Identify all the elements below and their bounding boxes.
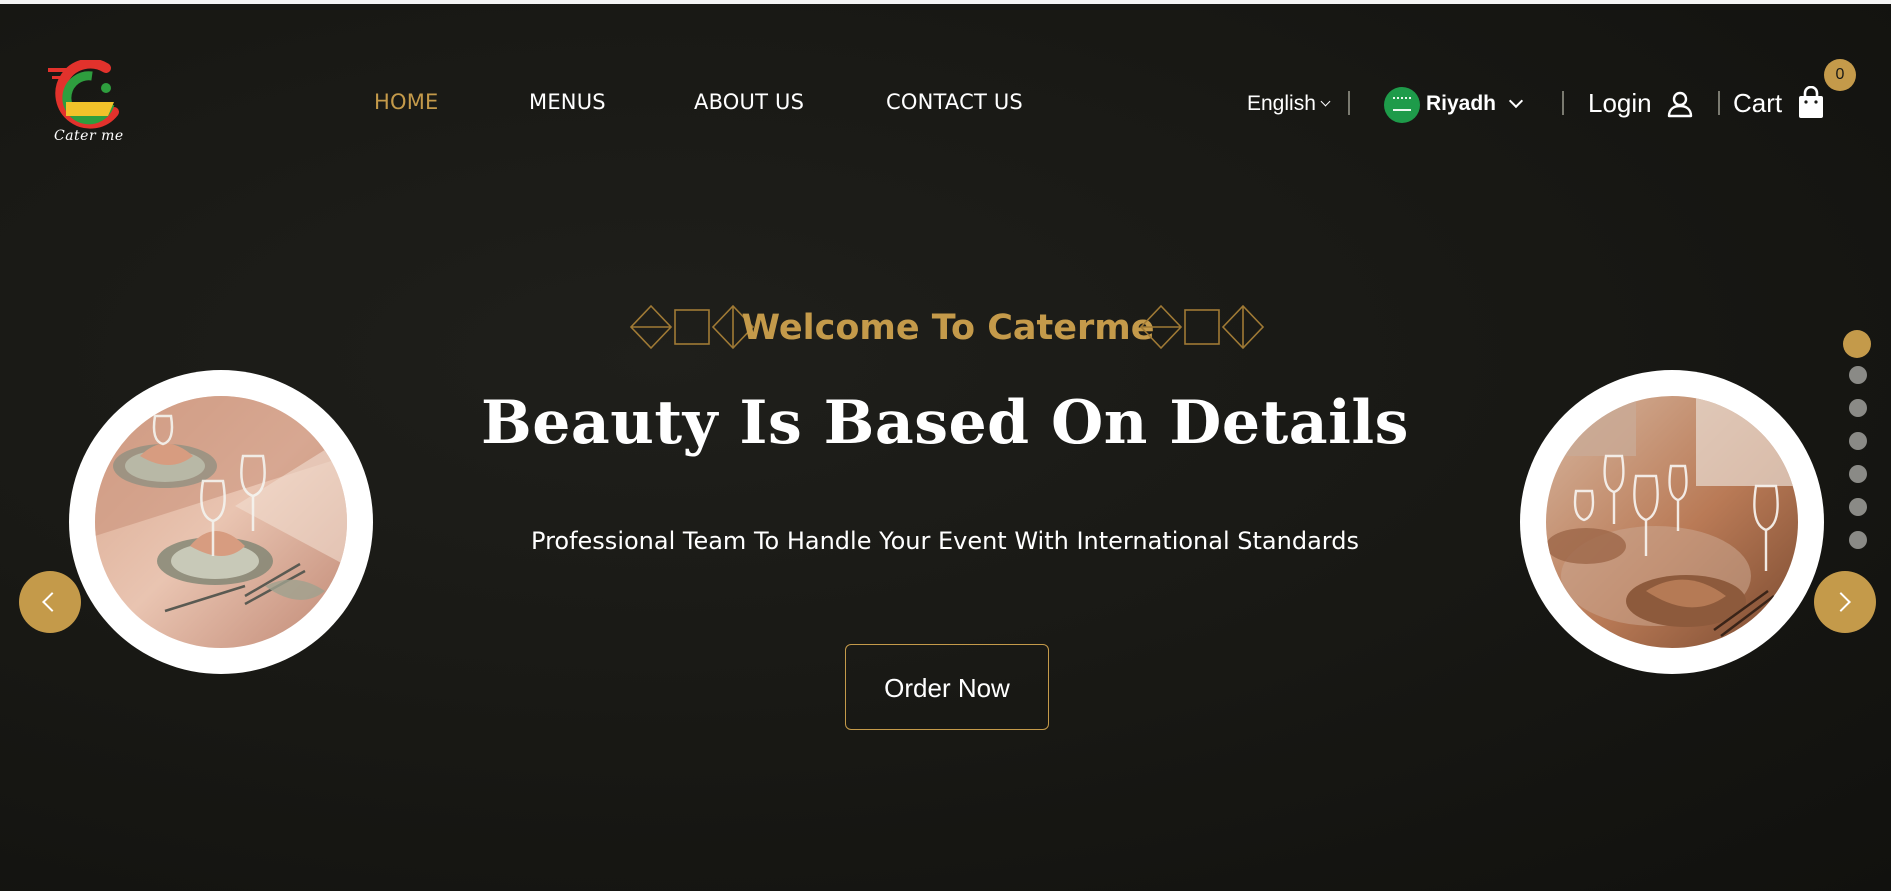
slide-dot-4[interactable] xyxy=(1849,432,1867,450)
page: Cater me HOME MENUS ABOUT US CONTACT US … xyxy=(0,0,1891,891)
chevron-left-icon xyxy=(42,592,62,612)
language-selector[interactable]: English xyxy=(1247,92,1331,116)
next-slide-button[interactable] xyxy=(1814,571,1876,633)
nav-home[interactable]: HOME xyxy=(374,90,439,114)
nav-about-us[interactable]: ABOUT US xyxy=(694,90,804,114)
order-now-button[interactable]: Order Now xyxy=(845,644,1049,730)
login-link[interactable]: Login xyxy=(1588,88,1652,119)
chevron-right-icon xyxy=(1831,592,1851,612)
ornament-right xyxy=(1138,300,1266,354)
slide-dot-5[interactable] xyxy=(1849,465,1867,483)
logo[interactable]: Cater me xyxy=(48,60,128,150)
divider xyxy=(1348,91,1350,115)
table-setting-image xyxy=(1546,396,1798,648)
divider xyxy=(1718,91,1720,115)
slide-dot-6[interactable] xyxy=(1849,498,1867,516)
prev-slide-button[interactable] xyxy=(19,571,81,633)
photo-left xyxy=(69,370,373,674)
welcome-row: Welcome To Caterme xyxy=(628,300,1268,356)
divider xyxy=(1562,91,1564,115)
table-setting-image xyxy=(95,396,347,648)
shopping-bag-icon[interactable] xyxy=(1795,85,1827,120)
slide-dot-7[interactable] xyxy=(1849,531,1867,549)
chevron-down-icon xyxy=(1508,93,1524,109)
cart-link[interactable]: Cart xyxy=(1733,88,1782,119)
language-label: English xyxy=(1247,92,1316,115)
cart-count-badge: 0 xyxy=(1824,59,1856,91)
user-icon[interactable] xyxy=(1665,89,1695,119)
nav-menus[interactable]: MENUS xyxy=(529,90,606,114)
chevron-down-icon xyxy=(1320,96,1331,107)
logo-text: Cater me xyxy=(54,128,124,144)
logo-mark xyxy=(48,60,119,129)
city-label: Riyadh xyxy=(1426,92,1497,115)
hero-subheadline: Professional Team To Handle Your Event W… xyxy=(531,527,1359,555)
slide-dot-1[interactable] xyxy=(1843,330,1871,358)
photo-right xyxy=(1520,370,1824,674)
hero-headline: Beauty Is Based On Details xyxy=(481,388,1409,458)
nav-contact-us[interactable]: CONTACT US xyxy=(886,90,1023,114)
saudi-flag-icon xyxy=(1384,87,1420,123)
hero-section: Cater me HOME MENUS ABOUT US CONTACT US … xyxy=(0,4,1891,891)
slide-dot-2[interactable] xyxy=(1849,366,1867,384)
slide-dot-3[interactable] xyxy=(1849,399,1867,417)
